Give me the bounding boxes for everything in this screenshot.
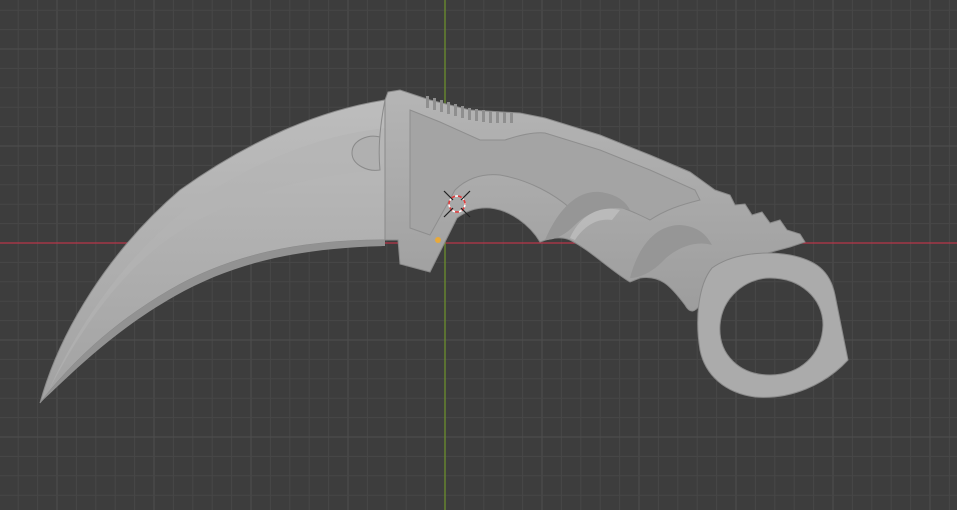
viewport-canvas[interactable] [0,0,957,510]
origin-dot-icon [435,237,441,243]
3d-viewport[interactable] [0,0,957,510]
